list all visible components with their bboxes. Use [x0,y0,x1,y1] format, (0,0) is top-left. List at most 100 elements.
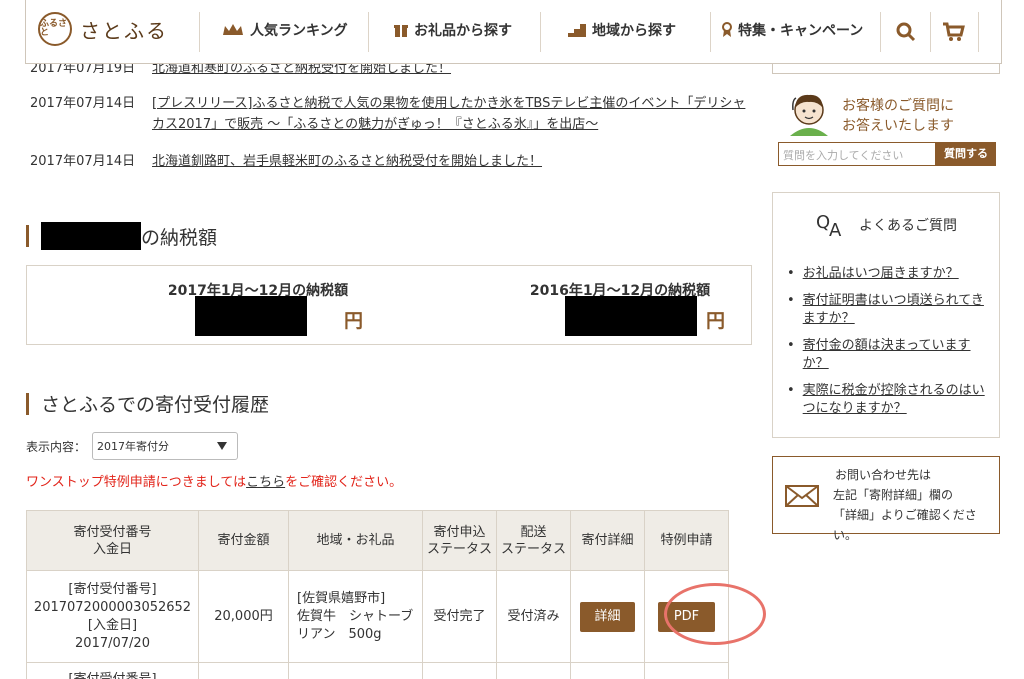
site-logo[interactable]: ふるさと さとふる [38,12,168,46]
svg-text:A: A [829,220,842,238]
nav-gifts-label: お礼品から探す [414,23,512,39]
logo-mark-icon: ふるさと [38,12,72,46]
news-date: 2017年07月14日 [30,96,136,111]
cell-id: [寄付受付番号] 2017072000003052652 [入金日] 2017/… [26,570,199,663]
ask-message: お客様のご質問に お答えいたします [842,96,954,136]
nav-ranking[interactable]: 人気ランキング [222,20,348,40]
news-item: 2017年07月14日 [プレスリリース]ふるさと納税で人気の果物を使用したかき… [30,93,760,137]
donation-history-table: 寄付受付番号 入金日 寄付金額 地域・お礼品 寄付申込 ステータス 配送 ステー… [26,510,729,679]
nav-divider [880,12,881,52]
heading-bar [26,225,29,247]
cell-detail: 詳細 [570,570,645,663]
cell-amount [198,662,289,679]
cell-ship-status: 受付済み [496,570,571,663]
table-row: [寄付受付番号] 2017072000003052652 [入金日] 2017/… [26,570,729,663]
cell-apply-status: 受付完了 [422,570,497,663]
contact-line-1: お問い合わせ先は [835,468,932,482]
redacted-amount [565,296,697,336]
faq-header: QA よくあるご質問 [773,193,999,257]
faq-link[interactable]: 寄付証明書はいつ頃送られてきますか？ [803,292,991,328]
col-header-detail-text: 寄付詳細 [581,533,634,548]
crown-icon [223,24,243,35]
qa-icon: QA [816,212,842,238]
news-link[interactable]: [プレスリリース]ふるさと納税で人気の果物を使用したかき氷をTBSテレビ主催のイ… [152,93,752,135]
display-filter: 表示内容： 2017年寄付分 [26,432,239,460]
news-item: 2017年07月14日 北海道釧路町、岩手県軽米町のふるさと納税受付を開始しまし… [30,151,760,171]
faq-list: • お礼品はいつ届きますか？ • 寄付証明書はいつ頃送られてきますか？ • 寄付金の額… [787,265,991,427]
faq-title: よくあるご質問 [859,218,957,234]
highlight-circle [664,583,766,645]
news-link[interactable]: 北海道釧路町、岩手県軽米町のふるさと納税受付を開始しました！ [152,151,752,172]
yen-label: 円 [705,309,725,332]
cell-region [288,662,423,679]
cart-icon [943,22,965,41]
faq-item: • お礼品はいつ届きますか？ [787,265,991,283]
ask-line-2: お答えいたします [842,118,954,134]
col-header-ship-status-text: 配送 ステータス [500,524,566,557]
onestop-text-post: をご確認ください。 [285,475,403,490]
id-label: [寄付受付番号] [68,581,157,597]
col-header-detail: 寄付詳細 [570,510,645,571]
gift-icon [394,25,408,37]
detail-button[interactable]: 詳細 [580,601,635,632]
news-date: 2017年07月14日 [30,154,136,169]
faq-item: • 寄付金の額は決まっていますか？ [787,337,991,373]
tax-2017-amount: 円 [153,296,363,336]
tax-heading: の納税額 [26,222,217,250]
cell-id: [寄付受付番号] [26,662,199,679]
cart-button[interactable] [936,14,972,50]
dropdown-arrow-icon [217,442,228,450]
cell-amount: 20,000円 [198,570,289,663]
bullet-icon: • [787,266,795,281]
nav-divider [368,12,369,52]
col-header-id: 寄付受付番号 入金日 [26,510,199,571]
table-row: [寄付受付番号] [26,662,729,679]
ask-button[interactable]: 質問する [936,142,996,166]
logo-text: さとふる [80,18,168,43]
tax-2016-amount: 円 [515,296,725,336]
yen-label: 円 [343,309,363,332]
faq-link[interactable]: 寄付金の額は決まっていますか？ [803,337,991,373]
site-header: ふるさと さとふる 人気ランキング お礼品から探す 地域から探す 特集・キャンペ… [25,0,1002,64]
bullet-icon: • [787,293,795,308]
tax-2017: 2017年1月～12月の納税額 円 [153,280,363,336]
faq-link[interactable]: 実際に税金が控除されるのはいつになりますか？ [803,382,991,418]
faq-item: • 実際に税金が控除されるのはいつになりますか？ [787,382,991,418]
col-header-amount-text: 寄付金額 [217,533,270,548]
id-value: 2017072000003052652 [33,599,192,615]
nav-region-label: 地域から探す [592,23,676,39]
logo-mark-text: ふるさと [40,19,68,38]
nav-campaign-label: 特集・キャンペーン [738,23,864,39]
onestop-text-pre: ワンストップ特例申請につきましては [26,475,247,490]
faq-link[interactable]: お礼品はいつ届きますか？ [803,265,959,283]
col-header-region: 地域・お礼品 [288,510,423,571]
tax-heading-text: の納税額 [141,226,218,249]
contact-box: お問い合わせ先は 左記「寄附詳細」欄の 「詳細」よりご確認ください。 [772,456,1000,542]
question-input[interactable]: 質問を入力してください [778,142,936,166]
bullet-icon: • [787,338,795,353]
id-label: [寄付受付番号] [27,671,198,679]
nav-divider [540,12,541,52]
search-button[interactable] [888,14,924,50]
mail-icon [785,485,819,507]
nav-gifts[interactable]: お礼品から探す [394,20,512,40]
history-heading: さとふるでの寄付受付履歴 [26,390,269,417]
year-select-value: 2017年寄付分 [97,440,170,453]
col-header-apply-status: 寄付申込 ステータス [422,510,497,571]
display-label: 表示内容： [26,439,87,454]
nav-campaign[interactable]: 特集・キャンペーン [722,20,863,40]
faq-item: • 寄付証明書はいつ頃送られてきますか？ [787,292,991,328]
col-header-region-text: 地域・お礼品 [316,533,395,548]
redacted-name [41,222,141,250]
cell-ship-status [496,662,571,679]
year-select[interactable]: 2017年寄付分 [92,432,239,460]
ask-question-box: お客様のご質問に お答えいたします 質問を入力してください 質問する [778,86,998,172]
col-header-special: 特例申請 [644,510,729,571]
nav-region[interactable]: 地域から探す [568,20,676,40]
table-header-row: 寄付受付番号 入金日 寄付金額 地域・お礼品 寄付申込 ステータス 配送 ステー… [26,510,729,571]
cell-apply-status [422,662,497,679]
region-value: [佐賀県嬉野市] [297,590,386,606]
nav-divider [978,12,979,52]
onestop-link[interactable]: こちら [246,475,285,490]
heading-bar [26,392,29,415]
